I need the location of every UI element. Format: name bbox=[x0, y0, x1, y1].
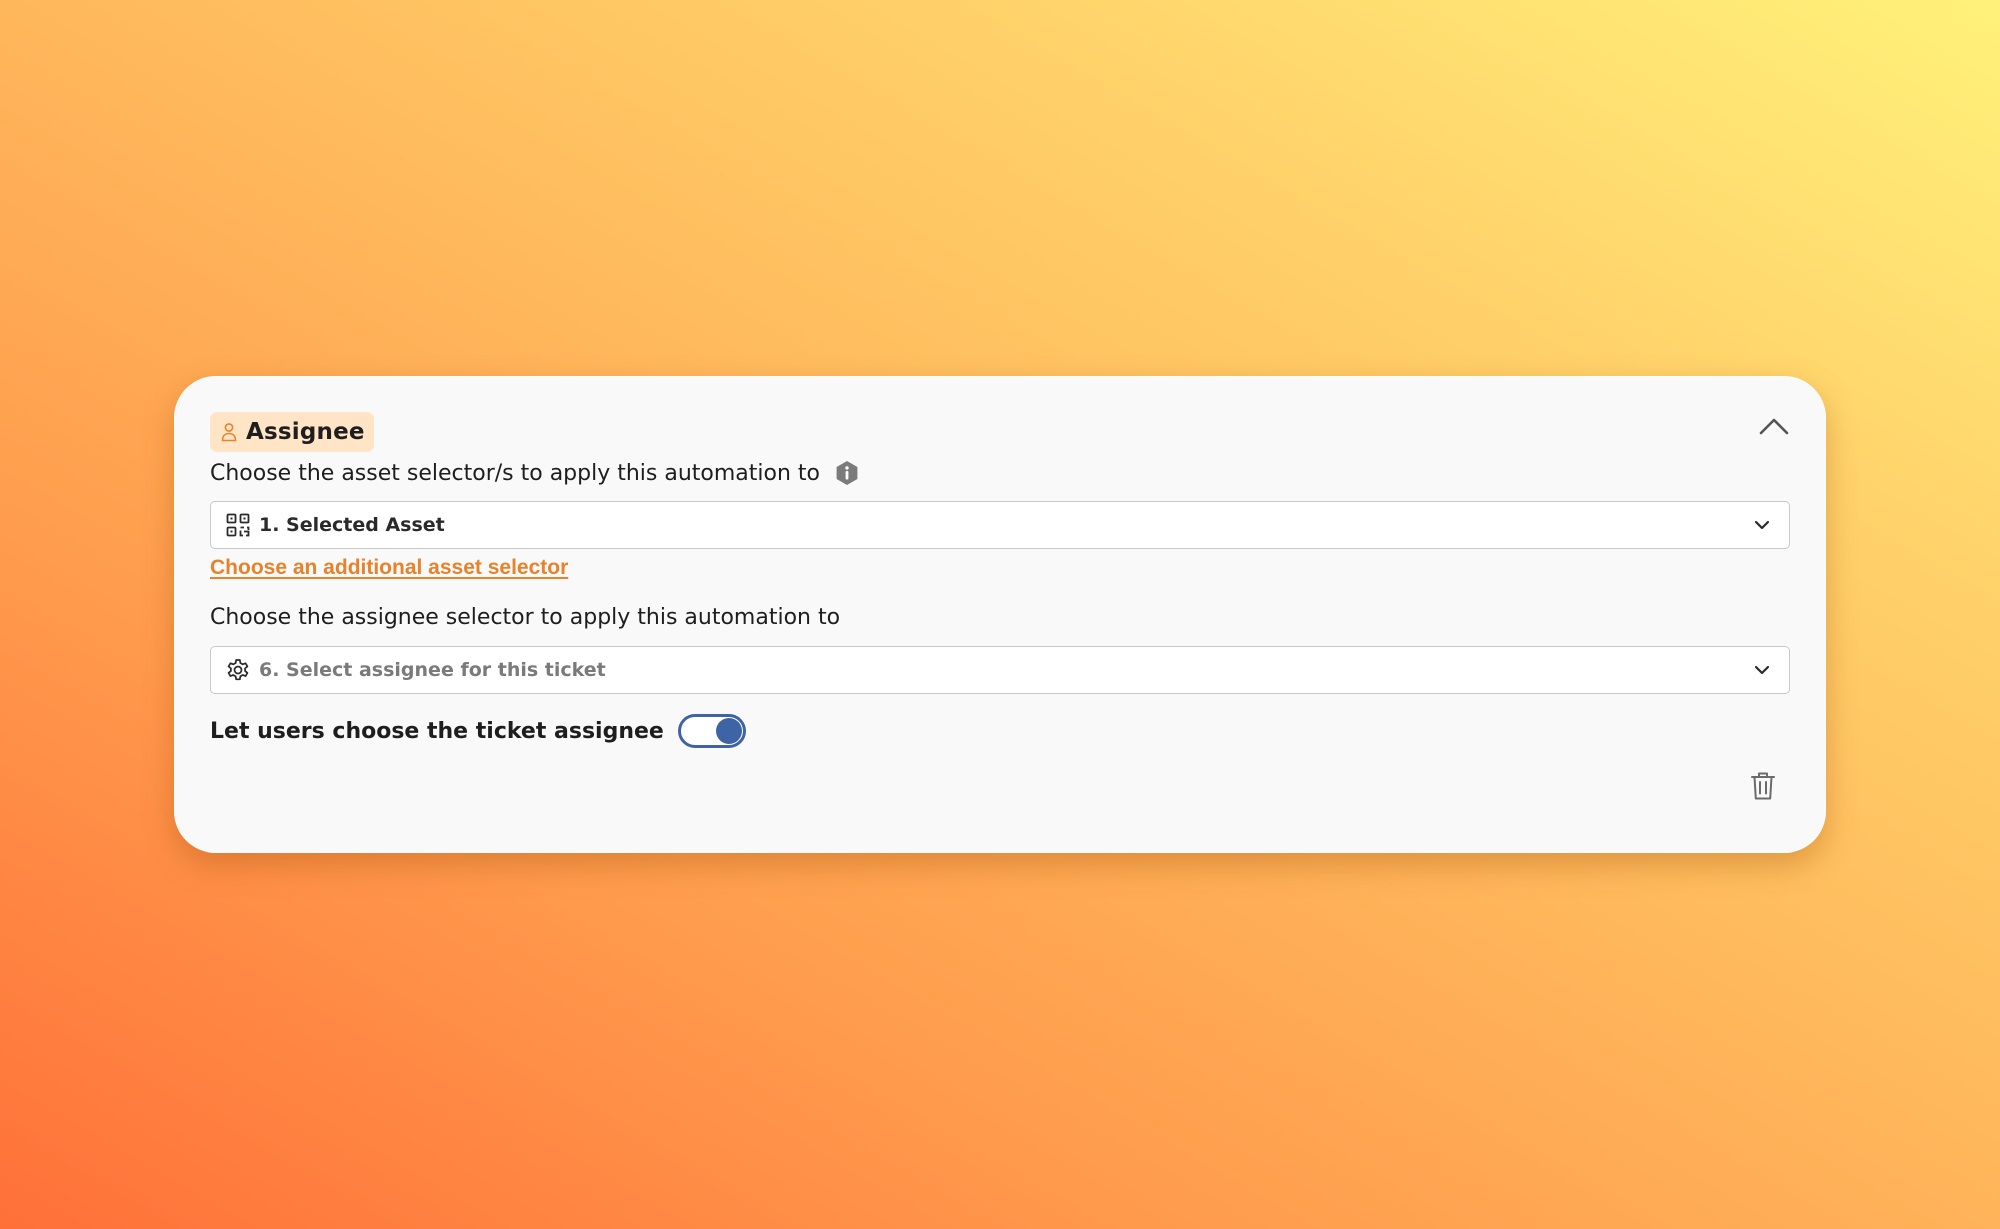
assignee-action-card: Assignee Choose the asset selector/s to … bbox=[174, 376, 1826, 853]
add-asset-selector-link[interactable]: Choose an additional asset selector bbox=[210, 556, 568, 580]
assignee-selector-dropdown[interactable]: 6. Select assignee for this ticket bbox=[210, 646, 1790, 694]
gear-icon bbox=[225, 657, 251, 683]
user-choice-toggle[interactable] bbox=[677, 714, 746, 748]
asset-selector-dropdown[interactable]: 1. Selected Asset bbox=[210, 501, 1790, 549]
section-tag: Assignee bbox=[210, 412, 374, 452]
asset-selector-label: Choose the asset selector/s to apply thi… bbox=[210, 460, 860, 486]
section-title: Assignee bbox=[246, 419, 365, 445]
info-icon[interactable] bbox=[834, 460, 860, 486]
assignee-selector-value: 6. Select assignee for this ticket bbox=[259, 659, 606, 681]
chevron-down-icon bbox=[1751, 659, 1773, 681]
assignee-selector-label: Choose the assignee selector to apply th… bbox=[210, 605, 840, 630]
chevron-up-icon[interactable] bbox=[1756, 412, 1792, 440]
toggle-knob bbox=[715, 718, 742, 744]
user-choice-row: Let users choose the ticket assignee bbox=[210, 714, 746, 748]
asset-selector-label-text: Choose the asset selector/s to apply thi… bbox=[210, 460, 821, 486]
assignee-selector-label-text: Choose the assignee selector to apply th… bbox=[210, 605, 841, 630]
asset-selector-value: 1. Selected Asset bbox=[259, 514, 445, 536]
chevron-down-icon bbox=[1751, 514, 1773, 536]
trash-icon[interactable] bbox=[1748, 770, 1778, 802]
user-icon bbox=[220, 421, 238, 443]
qr-code-icon bbox=[225, 512, 251, 538]
user-choice-label: Let users choose the ticket assignee bbox=[210, 718, 664, 744]
